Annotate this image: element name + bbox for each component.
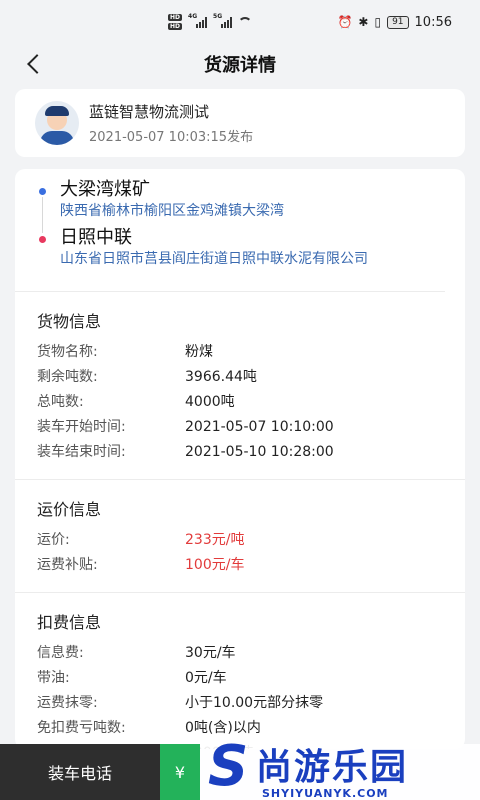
loading-phone-button[interactable]: 装车电话	[0, 744, 160, 800]
info-row: 运费抹零: 小于10.00元部分抹零	[37, 691, 443, 716]
info-value: 3966.44吨	[185, 369, 257, 385]
page-title: 货源详情	[204, 55, 276, 76]
price-button[interactable]: ¥	[160, 744, 200, 800]
hd-icon: HD HD	[168, 14, 183, 30]
info-row: 剩余吨数: 3966.44吨	[37, 365, 443, 390]
freight-subsidy-value: 100元/车	[185, 557, 245, 573]
alarm-icon: ⏰	[337, 15, 353, 29]
info-label: 货物名称:	[37, 344, 98, 360]
info-row: 运费补贴: 100元/车	[37, 553, 443, 578]
publisher-card: 蓝链智慧物流测试 2021-05-07 10:03:15发布	[15, 89, 465, 157]
publisher-info: 蓝链智慧物流测试 2021-05-07 10:03:15发布	[89, 101, 253, 145]
origin-dot-icon	[39, 188, 46, 195]
freight-price-value: 233元/吨	[185, 532, 245, 548]
info-label: 运费补贴:	[37, 557, 98, 573]
info-value: 0元/车	[185, 670, 227, 686]
info-label: 剩余吨数:	[37, 369, 98, 385]
status-left: HD HD 4G 5G	[168, 13, 253, 30]
info-value: 2021-05-10 10:28:00	[185, 444, 334, 460]
info-label: 运费抹零:	[37, 695, 98, 711]
section-title: 运价信息	[37, 500, 102, 519]
info-value: 2021-05-07 10:10:00	[185, 419, 334, 435]
watermark-url: SHYIYUANYK.COM	[262, 786, 389, 800]
info-label: 总吨数:	[37, 394, 84, 410]
watermark-logo-icon	[208, 737, 250, 797]
watermark-text: 尚游乐园	[256, 746, 409, 788]
info-row: 信息费: 30元/车	[37, 641, 443, 666]
info-label: 运价:	[37, 532, 70, 548]
bluetooth-icon: ✱	[358, 15, 369, 29]
info-label: 装车开始时间:	[37, 419, 126, 435]
info-label: 免扣费亏吨数:	[37, 720, 126, 736]
hd-bottom-label: HD	[168, 23, 183, 30]
destination-name: 日照中联	[60, 227, 132, 248]
info-row: 带油: 0元/车	[37, 666, 443, 691]
section-title: 货物信息	[37, 312, 102, 331]
info-row: 货物名称: 粉煤	[37, 340, 443, 365]
section-title: 扣费信息	[37, 613, 102, 632]
signal-5g-icon: 5G	[213, 13, 233, 28]
info-value: 粉煤	[185, 344, 213, 360]
battery-icon: 91	[387, 15, 409, 29]
freight-info-section: 运价信息 运价: 233元/吨 运费补贴: 100元/车	[15, 480, 465, 578]
origin-address: 陕西省榆林市榆阳区金鸡滩镇大梁湾	[60, 203, 284, 219]
nav-bar: 货源详情	[0, 44, 480, 84]
net-4g-label: 4G	[188, 13, 198, 20]
info-value: 小于10.00元部分抹零	[185, 695, 324, 711]
vibrate-icon: ▯	[374, 15, 382, 29]
route: 大梁湾煤矿 陕西省榆林市榆阳区金鸡滩镇大梁湾 日照中联 山东省日照市莒县阎庄街道…	[15, 169, 465, 291]
clock: 10:56	[414, 14, 452, 30]
info-row: 装车结束时间: 2021-05-10 10:28:00	[37, 440, 443, 465]
info-label: 信息费:	[37, 645, 84, 661]
back-arrow-icon[interactable]	[22, 52, 46, 76]
deduction-info-section: 扣费信息 信息费: 30元/车 带油: 0元/车 运费抹零: 小于10.00元部…	[15, 593, 465, 749]
watermark: 尚游乐园 SHYIYUANYK.COM	[200, 737, 480, 800]
info-value: 4000吨	[185, 394, 235, 410]
publish-time: 2021-05-07 10:03:15发布	[89, 130, 254, 145]
destination-address: 山东省日照市莒县阎庄街道日照中联水泥有限公司	[60, 251, 368, 267]
signal-4g-icon: 4G	[188, 13, 208, 28]
status-right: ⏰ ✱ ▯ 91 10:56	[337, 15, 452, 30]
hd-top-label: HD	[168, 14, 183, 21]
info-row: 运价: 233元/吨	[37, 528, 443, 553]
info-row: 总吨数: 4000吨	[37, 390, 443, 415]
info-row: 装车开始时间: 2021-05-07 10:10:00	[37, 415, 443, 440]
route-connector	[42, 197, 43, 233]
wifi-icon	[238, 17, 253, 27]
info-value: 30元/车	[185, 645, 236, 661]
info-label: 装车结束时间:	[37, 444, 126, 460]
detail-card: 大梁湾煤矿 陕西省榆林市榆阳区金鸡滩镇大梁湾 日照中联 山东省日照市莒县阎庄街道…	[15, 169, 465, 749]
status-bar: HD HD 4G 5G ⏰ ✱ ▯ 91 10:56	[0, 0, 480, 44]
publisher-name: 蓝链智慧物流测试	[89, 103, 210, 121]
net-5g-label: 5G	[213, 13, 223, 20]
cargo-info-section: 货物信息 货物名称: 粉煤 剩余吨数: 3966.44吨 总吨数: 4000吨 …	[15, 292, 465, 465]
info-label: 带油:	[37, 670, 70, 686]
route-destination: 日照中联 山东省日照市莒县阎庄街道日照中联水泥有限公司	[15, 227, 465, 275]
origin-name: 大梁湾煤矿	[60, 179, 150, 200]
bottom-action-bar: 装车电话 ¥ 尚游乐园 SHYIYUANYK.COM	[0, 737, 480, 800]
avatar	[35, 101, 79, 145]
route-origin: 大梁湾煤矿 陕西省榆林市榆阳区金鸡滩镇大梁湾	[15, 179, 465, 227]
destination-dot-icon	[39, 236, 46, 243]
